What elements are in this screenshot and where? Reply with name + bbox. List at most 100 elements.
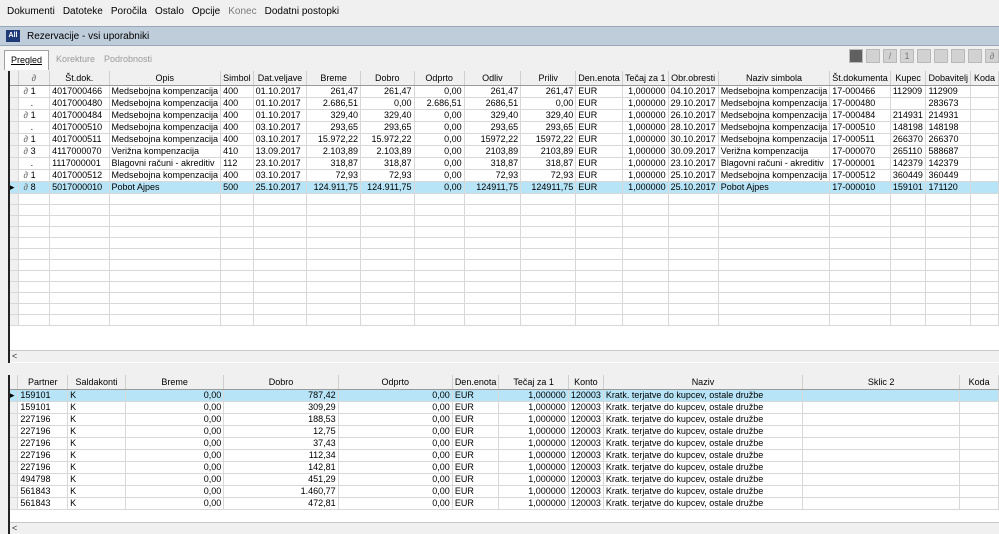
tab-korekture[interactable]: Korekture [52,52,99,66]
row-indicator[interactable] [10,157,19,170]
menu-opcije[interactable]: Opcije [191,6,221,17]
scroll-left-icon[interactable]: < [12,351,17,361]
list-item[interactable]: 159101 K 0,00 309,29 0,00 EUR 1,000000 120003 Kr… [10,401,999,414]
row-indicator[interactable] [10,449,19,462]
col-header-t2-5[interactable]: Odprto [338,375,453,390]
row-indicator[interactable] [10,413,19,426]
row-indicator[interactable] [10,401,19,414]
col-header-t1-17[interactable]: Koda [970,71,999,86]
col-header-t2-1[interactable]: Partner [17,375,69,390]
list-item[interactable]: 561843 K 0,00 1.460,77 0,00 EUR 1,000000 120003… [10,485,999,498]
list-icon[interactable] [866,49,880,63]
col-header-clip-icon[interactable]: ∂ [18,71,51,86]
row-indicator[interactable] [10,133,19,146]
cell: 4017000484 [49,109,110,122]
col-header-t2-8[interactable]: Konto [568,375,604,390]
col-header-t1-15[interactable]: Kupec [890,71,927,86]
col-header-t1-8[interactable]: Odliv [464,71,522,86]
col-header-t2-4[interactable]: Dobro [223,375,339,390]
row-indicator[interactable] [10,473,19,486]
table-row[interactable]: . 1117000001 Blagovni računi - akreditiv 11… [10,157,999,170]
row-indicator[interactable] [10,121,19,134]
list-item[interactable]: 494798 K 0,00 451,29 0,00 EUR 1,000000 120003 Kr… [10,473,999,486]
cell: 30.10.2017 [668,133,719,146]
menu-dokumenti[interactable]: Dokumenti [6,6,56,17]
col-header-t1-10[interactable]: Den.enota [575,71,623,86]
row-indicator[interactable] [10,497,19,510]
document-icon[interactable] [934,49,948,63]
col-header-t1-4[interactable]: Dat.veljave [253,71,308,86]
number-one-icon[interactable]: 1 [900,49,914,63]
menu-poro-ila[interactable]: Poročila [110,6,148,17]
col-header-t1-9[interactable]: Priliv [520,71,577,86]
items-horizontal-scrollbar[interactable]: < [10,522,999,534]
list-item[interactable]: 227196 K 0,00 188,53 0,00 EUR 1,000000 120003 Kr… [10,413,999,426]
col-header-t2-11[interactable]: Koda [959,375,999,390]
col-header-t1-12[interactable]: Obr.obresti [668,71,719,86]
square-icon[interactable] [917,49,931,63]
col-header-t1-6[interactable]: Dobro [360,71,415,86]
col-header-t1-1[interactable]: Št.dok. [49,71,110,86]
grid-icon[interactable] [849,49,863,63]
cell: 1,000000 [622,181,669,194]
items-grid[interactable]: Partner Saldakonti Breme Dobro Odprto Den.eno… [8,375,999,534]
pencil-icon[interactable]: / [883,49,897,63]
list-item[interactable]: 227196 K 0,00 112,34 0,00 EUR 1,000000 120003 Kr… [10,449,999,462]
col-header-t2-0[interactable] [10,375,19,390]
menu-dodatni-postopki[interactable]: Dodatni postopki [264,6,341,17]
attachment-icon[interactable]: ∂ [985,49,999,63]
cell [970,97,999,110]
col-header-t2-2[interactable]: Saldakonti [67,375,126,390]
scroll-left-icon-2[interactable]: < [12,523,17,533]
col-header-t1-13[interactable]: Naziv simbola [718,71,831,86]
col-header-t1-16[interactable]: Dobavitelj [925,71,971,86]
list-item[interactable]: 227196 K 0,00 12,75 0,00 EUR 1,000000 120003 Kra… [10,425,999,438]
table-row[interactable]: ∂ 3 4117000070 Verižna kompenzacija 410 13.09… [10,145,999,158]
row-indicator[interactable] [10,85,19,98]
row-indicator[interactable] [10,461,19,474]
cell: Kratk. terjatve do kupcev, ostale družbe [603,449,804,462]
col-header-t1-2[interactable]: Opis [109,71,222,86]
tab-podrobnosti[interactable]: Podrobnosti [100,52,156,66]
row-indicator[interactable] [10,109,19,122]
col-header-t1-5[interactable]: Breme [306,71,361,86]
menu-konec[interactable]: Konec [227,6,257,17]
row-indicator[interactable]: ▸ [10,181,19,194]
row-indicator[interactable] [10,437,19,450]
table-row[interactable]: ∂ 1 4017000511 Medsebojna kompenzacija 400 03… [10,133,999,146]
row-indicator[interactable] [10,425,19,438]
col-header-t1-14[interactable]: Št.dokumenta [829,71,891,86]
menu-datoteke[interactable]: Datoteke [62,6,104,17]
col-header-attachment[interactable] [10,71,19,86]
list-item[interactable]: ▸ 159101 K 0,00 787,42 0,00 EUR 1,000000 120003 K… [10,389,999,402]
table-row[interactable]: ▸ ∂ 8 5017000010 Pobot Ajpes 500 25.10.2017 124… [10,181,999,194]
tab-pregled[interactable]: Pregled [4,50,50,70]
row-indicator[interactable] [10,97,19,110]
col-header-t2-10[interactable]: Sklic 2 [802,375,961,390]
cell: 1,000000 [498,425,569,438]
list-item[interactable]: 561843 K 0,00 472,81 0,00 EUR 1,000000 120003 Kr… [10,497,999,510]
table-row[interactable]: ∂ 1 4017000466 Medsebojna kompenzacija 400 01… [10,85,999,98]
col-header-t2-9[interactable]: Naziv [603,375,804,390]
edit-icon[interactable] [951,49,965,63]
col-header-t2-6[interactable]: Den.enota [452,375,500,390]
menu-ostalo[interactable]: Ostalo [154,6,185,17]
table-row[interactable]: ∂ 1 4017000484 Medsebojna kompenzacija 400 01… [10,109,999,122]
row-indicator[interactable] [10,145,19,158]
documents-horizontal-scrollbar[interactable]: < [10,350,999,362]
table-row[interactable]: . 4017000480 Medsebojna kompenzacija 400 01.… [10,97,999,110]
table-row[interactable]: ∂ 1 4017000512 Medsebojna kompenzacija 400 03… [10,169,999,182]
table-row[interactable]: . 4017000510 Medsebojna kompenzacija 400 03.… [10,121,999,134]
col-header-t2-7[interactable]: Tečaj za 1 [498,375,569,390]
list-item[interactable]: 227196 K 0,00 37,43 0,00 EUR 1,000000 120003 Kra… [10,437,999,450]
row-indicator[interactable]: ▸ [10,389,19,402]
row-indicator[interactable] [10,169,19,182]
copy-icon[interactable] [968,49,982,63]
col-header-t1-3[interactable]: Simbol [220,71,254,86]
row-indicator[interactable] [10,485,19,498]
list-item[interactable]: 227196 K 0,00 142,81 0,00 EUR 1,000000 120003 Kr… [10,461,999,474]
col-header-t1-11[interactable]: Tečaj za 1 [622,71,669,86]
col-header-t1-7[interactable]: Odprto [414,71,465,86]
documents-grid[interactable]: ∂ Št.dok. Opis Simbol Dat.veljave Breme Dobro O… [8,71,999,363]
col-header-t2-3[interactable]: Breme [125,375,225,390]
